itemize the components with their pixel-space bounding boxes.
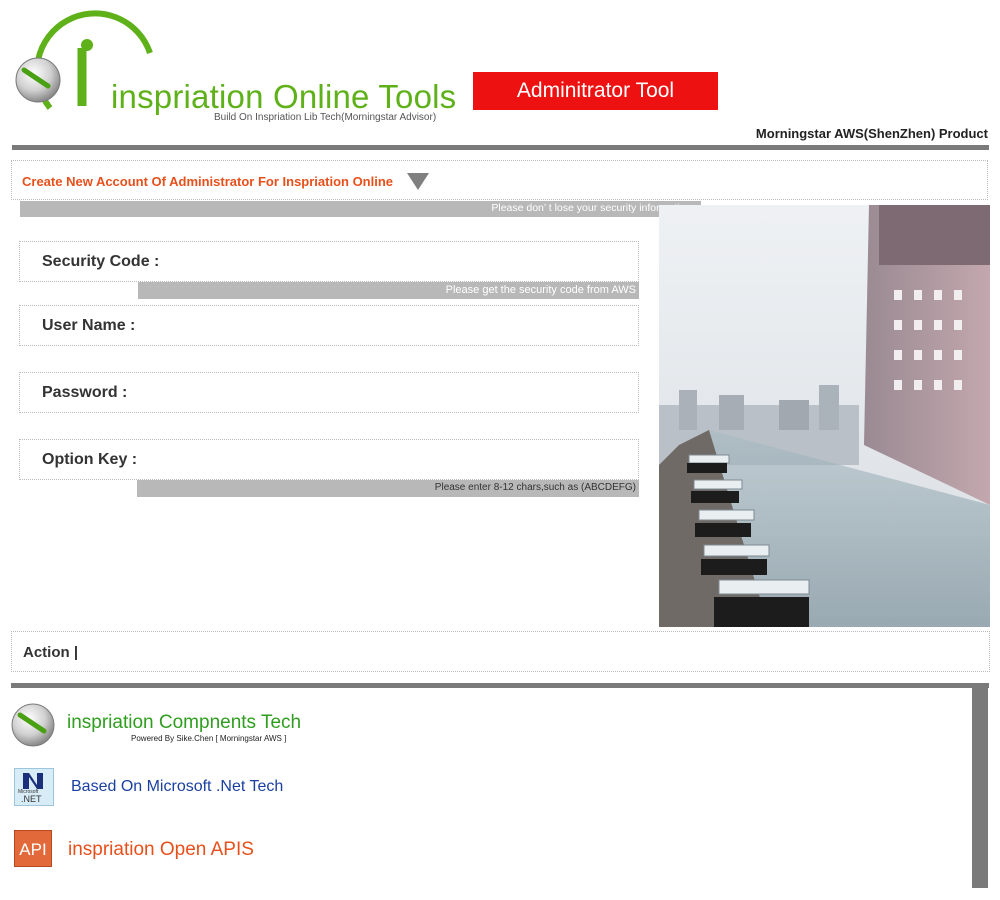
security-code-label: Security Code : bbox=[42, 253, 160, 270]
password-input[interactable] bbox=[180, 379, 624, 409]
option-key-label: Option Key : bbox=[42, 451, 138, 468]
section-title: Create New Account Of Administrator For … bbox=[22, 174, 394, 189]
api-icon: API bbox=[14, 830, 52, 867]
terrace-photo bbox=[659, 205, 990, 627]
dotnet-icon: Microsoft .NET bbox=[14, 768, 54, 806]
action-bar[interactable]: Action | bbox=[11, 631, 990, 672]
header-divider bbox=[12, 145, 989, 150]
user-name-input[interactable] bbox=[180, 312, 624, 342]
security-code-hint: Please get the security code from AWS bbox=[138, 282, 639, 299]
footer-side-bar bbox=[972, 688, 988, 888]
option-key-input[interactable] bbox=[180, 446, 624, 476]
security-code-input[interactable] bbox=[180, 248, 624, 278]
user-name-label: User Name : bbox=[42, 317, 136, 334]
components-tech-title[interactable]: inspriation Compnents Tech bbox=[67, 712, 301, 734]
inspriation-logo: inspriation Online Tools Build On Inspri… bbox=[10, 8, 470, 133]
powered-by-text: Powered By Sike.Chen [ Morningstar AWS ] bbox=[131, 734, 287, 743]
password-label: Password : bbox=[42, 384, 128, 401]
password-field: Password : bbox=[19, 372, 639, 413]
option-key-field: Option Key : bbox=[19, 439, 639, 480]
open-apis-link[interactable]: inspriation Open APIS bbox=[68, 839, 254, 861]
security-code-hint-text: Please get the security code from AWS bbox=[445, 284, 636, 296]
terrace-photo-image bbox=[659, 205, 990, 627]
user-name-field: User Name : bbox=[19, 305, 639, 346]
inspriation-logo-icon bbox=[11, 703, 55, 747]
product-label: Morningstar AWS(ShenZhen) Product bbox=[755, 126, 988, 141]
security-notice: Please don’ t lose your security informa… bbox=[20, 201, 701, 217]
app-title: inspriation Online Tools bbox=[111, 78, 457, 115]
option-key-hint: Please enter 8-12 chars,such as (ABCDEFG… bbox=[137, 480, 639, 497]
action-label: Action | bbox=[23, 644, 79, 661]
section-header[interactable]: Create New Account Of Administrator For … bbox=[11, 160, 988, 200]
security-code-field: Security Code : bbox=[19, 241, 639, 282]
admin-tool-badge: Adminitrator Tool bbox=[473, 72, 718, 110]
dropdown-triangle-icon[interactable] bbox=[407, 173, 429, 190]
footer-divider bbox=[11, 683, 989, 688]
dotnet-icon-bottom-text: .NET bbox=[21, 794, 42, 804]
app-subtitle: Build On Inspriation Lib Tech(Morningsta… bbox=[214, 112, 437, 123]
option-key-hint-text: Please enter 8-12 chars,such as (ABCDEFG… bbox=[434, 482, 636, 493]
dotnet-tech-link[interactable]: Based On Microsoft .Net Tech bbox=[71, 778, 283, 796]
